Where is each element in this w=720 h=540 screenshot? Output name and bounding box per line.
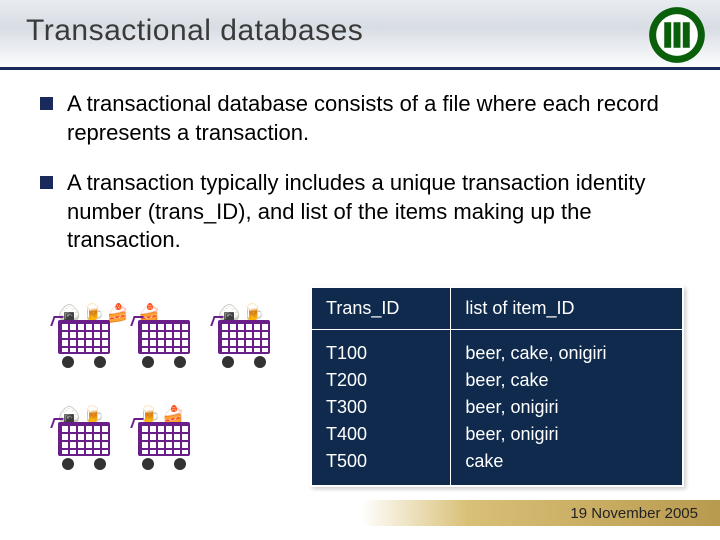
cart-icon: 🍺🍰	[130, 388, 202, 480]
cart-icon: 🍙🍺	[50, 388, 122, 480]
table-container: Trans_ID list of item_ID T100 T200 T300 …	[310, 286, 720, 487]
transaction-table: Trans_ID list of item_ID T100 T200 T300 …	[310, 286, 684, 487]
logo-icon	[648, 6, 706, 64]
bullet-item: A transactional database consists of a f…	[40, 90, 680, 147]
table-row: T100 T200 T300 T400 T500 beer, cake, oni…	[311, 330, 683, 487]
col-header-transid: Trans_ID	[311, 287, 451, 330]
footer-date: 19 November 2005	[360, 500, 720, 526]
content-area: A transactional database consists of a f…	[0, 70, 720, 255]
bullet-text: A transaction typically includes a uniqu…	[67, 169, 680, 255]
bullet-icon	[40, 176, 53, 189]
title-bar: Transactional databases	[0, 0, 720, 70]
page-title: Transactional databases	[26, 14, 694, 48]
bullet-text: A transactional database consists of a f…	[67, 90, 680, 147]
cell-items: beer, cake, onigiri beer, cake beer, oni…	[451, 330, 683, 487]
cell-transid: T100 T200 T300 T400 T500	[311, 330, 451, 487]
table-header-row: Trans_ID list of item_ID	[311, 287, 683, 330]
bullet-icon	[40, 97, 53, 110]
bullet-item: A transaction typically includes a uniqu…	[40, 169, 680, 255]
cart-grid: 🍙🍺🍰 🍰 🍙🍺 🍙🍺 🍺🍰	[0, 286, 310, 487]
cart-icon: 🍙🍺🍰	[50, 286, 122, 378]
cart-icon: 🍰	[130, 286, 202, 378]
cart-icon: 🍙🍺	[210, 286, 282, 378]
lower-section: 🍙🍺🍰 🍰 🍙🍺 🍙🍺 🍺🍰	[0, 286, 720, 487]
col-header-items: list of item_ID	[451, 287, 683, 330]
